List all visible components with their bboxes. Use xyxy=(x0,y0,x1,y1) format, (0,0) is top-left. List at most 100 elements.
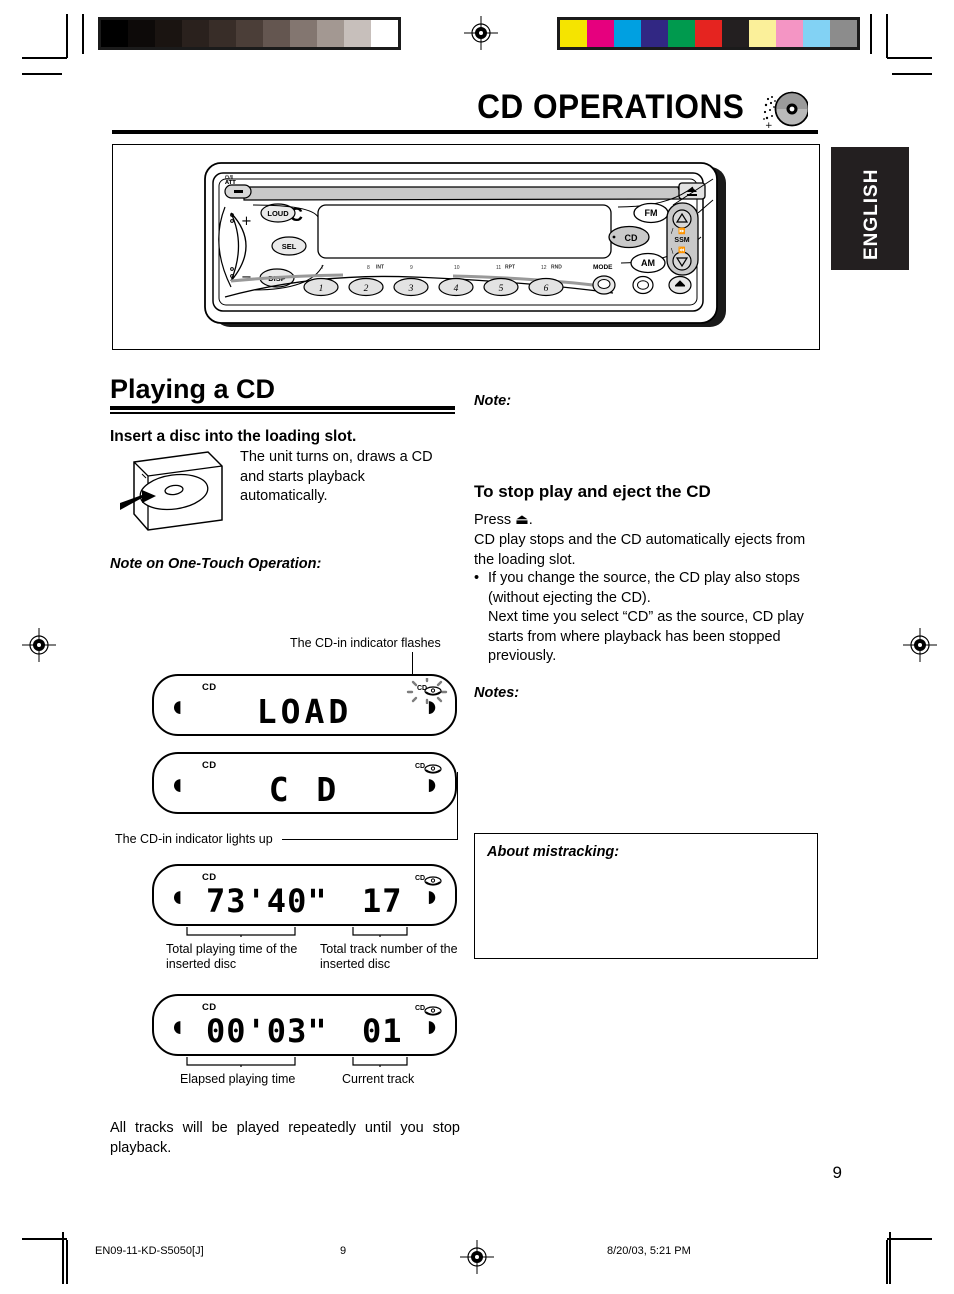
calibration-patch xyxy=(128,20,155,47)
svg-text:SEL: SEL xyxy=(282,242,297,251)
crop-mark-tl-h2 xyxy=(22,73,62,75)
crop-mark-tr-h xyxy=(887,57,932,59)
svg-text:9: 9 xyxy=(410,265,413,271)
svg-text:⏩: ⏩ xyxy=(678,227,686,235)
crop-mark-tl-h xyxy=(22,57,67,59)
registration-mark-right xyxy=(903,628,937,662)
svg-text:AM: AM xyxy=(641,258,655,268)
language-tab-label: ENGLISH xyxy=(861,168,882,260)
calibration-patch xyxy=(668,20,695,47)
calibration-patch xyxy=(830,20,857,47)
bullet-marker: • xyxy=(474,570,480,586)
page-title: CD OPERATIONS xyxy=(476,88,744,126)
calibration-patch xyxy=(641,20,668,47)
step-body: The unit turns on, draws a CD and starts… xyxy=(240,449,433,504)
display-panel-cd: CD CD ◖ ◗ C D xyxy=(152,752,457,814)
svg-text:FM: FM xyxy=(645,208,658,218)
callout-leader-lights-h xyxy=(282,839,458,841)
calibration-patch xyxy=(209,20,236,47)
stop-eject-body: CD play stops and the CD automatically e… xyxy=(474,532,806,568)
calibration-patch xyxy=(560,20,587,47)
svg-text:+: + xyxy=(765,121,773,130)
svg-text:8: 8 xyxy=(367,265,370,271)
callout-leader-lights-v xyxy=(457,772,459,840)
press-eject-text: Press ⏏. xyxy=(474,512,533,528)
crop-mark-tr-h2 xyxy=(892,73,932,75)
crop-mark-br-h xyxy=(887,1238,932,1240)
svg-text:INT: INT xyxy=(376,265,384,271)
notes-heading: Notes: xyxy=(474,685,520,701)
brace-elapsed-time xyxy=(186,1057,296,1067)
calibration-patch xyxy=(155,20,182,47)
crop-mark-tl-v xyxy=(66,14,68,58)
svg-text:−: − xyxy=(241,270,252,285)
svg-text:7: 7 xyxy=(321,265,324,271)
about-mistracking-heading: About mistracking: xyxy=(487,844,620,860)
display-panel-load: CD CD ◖ ◗ LOAD xyxy=(152,674,457,736)
footer-rule-left xyxy=(62,1232,64,1284)
unit-illustration-frame: ⏻/I ATT JVC + − LOUD SEL DIS xyxy=(112,144,820,350)
svg-text:RPT: RPT xyxy=(505,265,515,271)
display-panel-total: CD CD ◖ ◗ 73'40" 17 xyxy=(152,864,457,926)
display-time-value: 73'40" xyxy=(206,882,328,920)
calibration-patch xyxy=(344,20,371,47)
press-eject-line: Press ⏏. xyxy=(474,511,533,531)
calibration-patch xyxy=(587,20,614,47)
brace-current-track xyxy=(352,1057,408,1067)
calibration-patch xyxy=(263,20,290,47)
calibration-patch xyxy=(182,20,209,47)
registration-mark-left xyxy=(22,628,56,662)
compact-disc-icon: + xyxy=(763,91,808,130)
svg-text:10: 10 xyxy=(454,265,460,271)
crop-mark-bl-h xyxy=(22,1238,67,1240)
title-underline xyxy=(112,130,818,134)
display-wing-left: ◖ xyxy=(168,880,187,913)
svg-text:4: 4 xyxy=(454,284,459,294)
display-main-text: C D xyxy=(268,770,341,809)
calibration-patch xyxy=(101,20,128,47)
svg-text:3: 3 xyxy=(408,284,414,294)
svg-text:1: 1 xyxy=(319,284,324,294)
svg-text:2: 2 xyxy=(364,284,369,294)
caption-current-track: Current track xyxy=(342,1072,415,1086)
display-time-value: 00'03" xyxy=(206,1012,328,1050)
display-track-value: 01 xyxy=(362,1012,403,1050)
footer-page-number: 9 xyxy=(340,1245,347,1257)
caption-elapsed-playing-time: Elapsed playing time xyxy=(180,1072,296,1086)
registration-mark-top xyxy=(464,16,498,50)
car-stereo-unit-illustration: ⏻/I ATT JVC + − LOUD SEL DIS xyxy=(204,162,726,327)
brace-total-time xyxy=(186,927,296,937)
calibration-patch xyxy=(749,20,776,47)
color-calibration-bar xyxy=(557,17,860,50)
display-wing-right: ◗ xyxy=(422,1010,441,1043)
footer-rule-right xyxy=(889,1232,891,1284)
display-track-value: 17 xyxy=(362,882,403,920)
registration-mark-footer xyxy=(460,1240,494,1274)
bullet-source-change-cont: Next time you select “CD” as the source,… xyxy=(488,609,804,664)
language-tab: ENGLISH xyxy=(831,147,909,270)
calibration-patch xyxy=(290,20,317,47)
about-mistracking-box: About mistracking: xyxy=(474,833,818,959)
display-main-text: LOAD xyxy=(256,692,353,731)
crop-mark-tr-v xyxy=(886,14,888,58)
svg-text:SSM: SSM xyxy=(674,237,689,244)
calibration-patch xyxy=(803,20,830,47)
svg-text:ATT: ATT xyxy=(225,180,236,186)
callout-cd-in-flashes: The CD-in indicator flashes xyxy=(290,636,441,650)
svg-text:5: 5 xyxy=(499,284,504,294)
crop-mark-tr-v2 xyxy=(870,14,872,54)
closing-paragraph: All tracks will be played repeatedly unt… xyxy=(110,1120,460,1156)
svg-text:RND: RND xyxy=(551,265,562,271)
svg-text:11: 11 xyxy=(496,265,501,271)
footer-file-id: EN09-11-KD-S5050[J] xyxy=(95,1245,204,1257)
section-heading: Playing a CD xyxy=(110,374,276,404)
crop-mark-br-v xyxy=(886,1240,888,1284)
svg-text:CD: CD xyxy=(625,233,638,243)
caption-total-playing-time: Total playing time of the inserted disc xyxy=(166,942,298,971)
display-wing-right: ◗ xyxy=(422,880,441,913)
calibration-patch xyxy=(695,20,722,47)
svg-text:+: + xyxy=(241,214,252,229)
calibration-patch xyxy=(371,20,398,47)
display-wing-left: ◖ xyxy=(168,1010,187,1043)
calibration-patch xyxy=(236,20,263,47)
